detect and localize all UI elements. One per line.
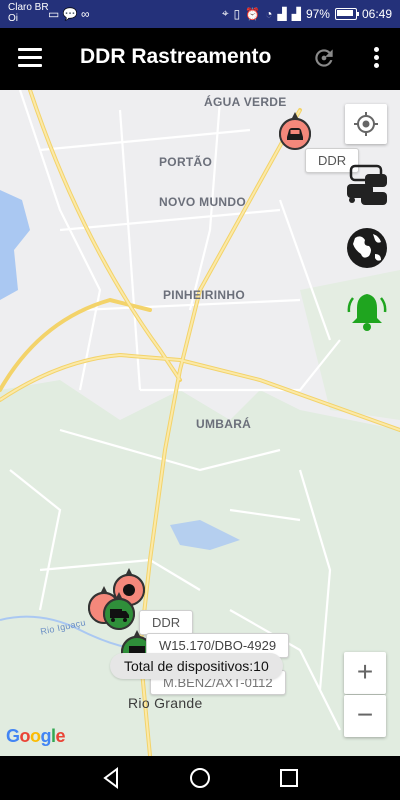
carrier-label: Claro BR Oi (8, 2, 49, 24)
location-icon: ⌖ (221, 6, 229, 20)
status-right: ⌖ ▯ ⏰ ◔ ▟ ▟ 97% 06:49 (222, 6, 392, 21)
back-icon[interactable] (100, 766, 124, 790)
app-title: DDR Rastreamento (80, 45, 272, 68)
vibrate-icon: ▯ (233, 6, 241, 21)
place-pinheirinho: PINHEIRINHO (163, 288, 245, 302)
wifi-icon: ◔ (265, 6, 273, 21)
carrier-line-2: Oi (8, 13, 18, 24)
battery-percent: 97% (305, 6, 330, 21)
traffic-cars-icon[interactable] (345, 162, 389, 208)
zoom-in-button[interactable]: + (344, 652, 386, 694)
clock: 06:49 (361, 6, 392, 21)
map-view[interactable]: ÁGUA VERDE PORTÃO NOVO MUNDO PINHEIRINHO… (0, 90, 400, 756)
refresh-icon[interactable] (311, 45, 337, 71)
more-vertical-icon[interactable] (367, 47, 385, 71)
device-count-toast: Total de dispositivos:10 (110, 653, 283, 679)
place-novo-mundo: NOVO MUNDO (159, 195, 246, 209)
google-logo: Google (6, 726, 66, 746)
alarm-bell-icon[interactable] (345, 290, 389, 332)
status-bar: Claro BR Oi ▭ 💬 ∞ ⌖ ▯ ⏰ ◔ ▟ ▟ 97% 06:49 (0, 0, 400, 28)
battery-icon (334, 7, 359, 20)
place-umbara: UMBARÁ (196, 417, 252, 431)
recents-icon[interactable] (277, 766, 301, 790)
crosshair-icon (354, 112, 378, 136)
marker-label-ddr-bottom: DDR (139, 610, 194, 635)
zoom-out-button[interactable]: − (344, 695, 386, 737)
signal-icon: ▟ (277, 6, 287, 21)
place-portao: PORTÃO (159, 155, 213, 169)
globe-icon[interactable] (345, 226, 389, 270)
alarm-icon: ⏰ (245, 6, 261, 21)
my-location-button[interactable] (345, 104, 387, 144)
zoom-in-icon: + (356, 656, 374, 687)
place-rio-grande: Rio Grande (128, 695, 203, 711)
zoom-out-icon: − (356, 699, 374, 730)
place-agua-verde: ÁGUA VERDE (204, 95, 287, 109)
carrier-line-1: Claro BR (8, 2, 49, 13)
hamburger-menu-icon[interactable] (18, 48, 42, 68)
system-nav-bar (0, 756, 400, 800)
notification-icons: ▭ 💬 ∞ (48, 7, 90, 21)
home-icon[interactable] (188, 766, 212, 790)
signal-icon-2: ▟ (291, 6, 301, 21)
app-bar: DDR Rastreamento (0, 28, 400, 90)
